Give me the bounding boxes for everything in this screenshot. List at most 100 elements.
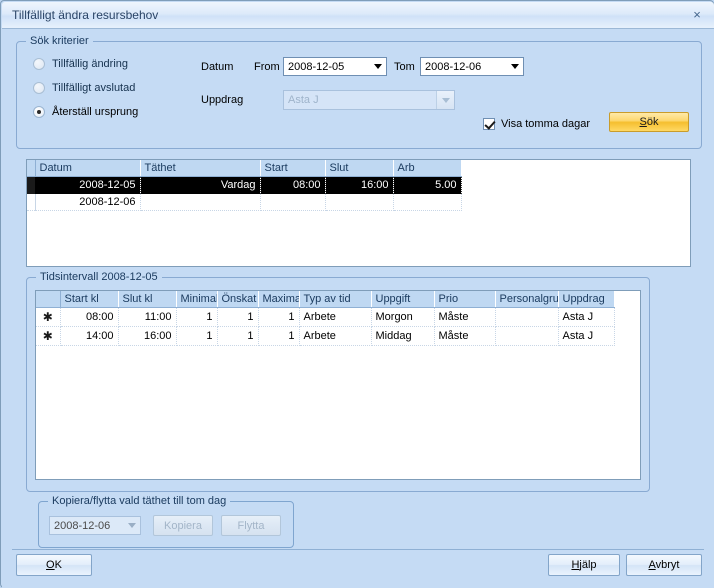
from-label: From [254, 61, 280, 73]
copy-button-label: Kopiera [164, 519, 202, 532]
chevron-down-icon[interactable] [369, 58, 386, 75]
radio-tillfallig-andring[interactable]: Tillfällig ändring [33, 58, 128, 70]
cell-uppgift: Middag [371, 326, 435, 346]
copy-move-date-combo[interactable]: 2008-12-06 [49, 516, 141, 535]
dialog-window: Tillfälligt ändra resursbehov × Sök krit… [0, 0, 714, 588]
close-icon[interactable]: × [687, 6, 707, 24]
cell-maximal: 1 [258, 326, 300, 346]
search-criteria-legend: Sök kriterier [26, 35, 93, 47]
cell-maximal: 1 [258, 307, 300, 327]
uppdrag-combo: Asta J [283, 90, 455, 110]
cell-minimal: 1 [176, 307, 218, 327]
cell-personalgrupp [495, 307, 559, 327]
cell-start: 08:00 [260, 176, 326, 194]
cell-slut [325, 193, 394, 211]
intervals-col-maximal[interactable]: Maxima [258, 291, 300, 308]
dialog-client-area: Sök kriterier Tillfällig ändring Tillfäl… [2, 29, 714, 588]
checkbox-icon [483, 118, 495, 130]
move-button-label: Flytta [237, 519, 265, 532]
cell-start [260, 193, 326, 211]
cancel-button-accel: A [648, 559, 656, 571]
intervals-header-row: Start kl Slut kl Minimal Önskat Maxima T… [36, 291, 615, 308]
chevron-down-icon[interactable] [123, 517, 140, 534]
results-col-tathet[interactable]: Täthet [140, 160, 261, 177]
chevron-down-icon[interactable] [506, 58, 523, 75]
cell-onskat: 1 [217, 307, 259, 327]
cell-start-kl: 08:00 [60, 307, 119, 327]
cell-prio: Måste [434, 307, 496, 327]
results-table: Datum Täthet Start Slut Arb 2008-12-05 V… [27, 160, 462, 211]
intervals-col-typ-av-tid[interactable]: Typ av tid [299, 291, 372, 308]
cell-personalgrupp [495, 326, 559, 346]
radio-label: Återställ ursprung [52, 106, 139, 118]
radio-tillfalligt-avslutad[interactable]: Tillfälligt avslutad [33, 82, 135, 94]
intervals-col-uppgift[interactable]: Uppgift [371, 291, 435, 308]
tom-date-value: 2008-12-06 [425, 60, 482, 73]
intervals-col-uppdrag[interactable]: Uppdrag [558, 291, 615, 308]
intervals-col-start-kl[interactable]: Start kl [60, 291, 119, 308]
search-button[interactable]: Sök [609, 112, 689, 132]
radio-label: Tillfällig ändring [52, 58, 129, 70]
cell-uppgift: Morgon [371, 307, 435, 327]
uppdrag-value: Asta J [288, 94, 319, 106]
row-selection-marker [27, 176, 35, 194]
cell-prio: Måste [434, 326, 496, 346]
intervals-col-personalgrupp[interactable]: Personalgru [495, 291, 559, 308]
copy-move-legend: Kopiera/flytta vald täthet till tom dag [48, 495, 231, 507]
chevron-down-icon [436, 91, 454, 109]
search-criteria-group: Sök kriterier Tillfällig ändring Tillfäl… [16, 35, 702, 149]
window-title: Tillfälligt ändra resursbehov [12, 8, 159, 22]
radio-dot-icon [33, 82, 45, 94]
results-col-arb[interactable]: Arb [393, 160, 462, 177]
row-marker-icon: ✱ [36, 307, 61, 327]
results-header-row: Datum Täthet Start Slut Arb [27, 160, 462, 177]
cell-slut-kl: 16:00 [118, 326, 177, 346]
table-row[interactable]: 2008-12-05 Vardag 08:00 16:00 5.00 [27, 176, 462, 194]
results-col-slut[interactable]: Slut [325, 160, 394, 177]
ok-button-accel: O [46, 559, 55, 571]
cell-datum: 2008-12-06 [35, 193, 141, 211]
visa-tomma-dagar-label: Visa tomma dagar [501, 118, 591, 130]
cell-slut-kl: 11:00 [118, 307, 177, 327]
ok-button-rest: K [54, 559, 62, 571]
intervals-col-minimal[interactable]: Minimal [176, 291, 218, 308]
footer-separator [12, 549, 704, 550]
intervals-table: Start kl Slut kl Minimal Önskat Maxima T… [36, 291, 615, 346]
cell-typ-av-tid: Arbete [299, 326, 372, 346]
intervals-col-prio[interactable]: Prio [434, 291, 496, 308]
row-marker-icon: ✱ [36, 326, 61, 346]
cell-arb: 5.00 [393, 176, 462, 194]
table-row[interactable]: ✱ 08:00 11:00 1 1 1 Arbete Morgon Måste … [36, 307, 615, 327]
radio-label: Tillfälligt avslutad [52, 82, 136, 94]
table-row[interactable]: ✱ 14:00 16:00 1 1 1 Arbete Middag Måste … [36, 326, 615, 346]
from-date-value: 2008-12-05 [288, 60, 345, 73]
move-button: Flytta [221, 515, 281, 536]
cell-onskat: 1 [217, 326, 259, 346]
cancel-button[interactable]: Avbryt [626, 554, 702, 576]
cell-arb [393, 193, 462, 211]
intervals-grid[interactable]: Start kl Slut kl Minimal Önskat Maxima T… [35, 290, 641, 480]
cell-tathet: Vardag [140, 176, 261, 194]
cancel-button-rest: vbryt [655, 559, 680, 571]
results-grid[interactable]: Datum Täthet Start Slut Arb 2008-12-05 V… [26, 159, 691, 267]
results-rowmark-header [27, 160, 36, 177]
cell-typ-av-tid: Arbete [299, 307, 372, 327]
results-col-start[interactable]: Start [260, 160, 326, 177]
search-button-rest: ök [646, 116, 659, 128]
cell-tathet [140, 193, 261, 211]
cell-uppdrag: Asta J [558, 326, 615, 346]
intervals-group: Tidsintervall 2008-12-05 Start kl Slut k… [26, 271, 650, 492]
intervals-col-slut-kl[interactable]: Slut kl [118, 291, 177, 308]
table-row[interactable]: 2008-12-06 [27, 193, 462, 211]
radio-dot-icon [33, 106, 45, 118]
tom-date-combo[interactable]: 2008-12-06 [420, 57, 524, 76]
intervals-col-onskat[interactable]: Önskat [217, 291, 259, 308]
help-button[interactable]: Hjälp [548, 554, 620, 576]
results-col-datum[interactable]: Datum [35, 160, 141, 177]
radio-aterstall-ursprung[interactable]: Återställ ursprung [33, 106, 138, 118]
cell-datum: 2008-12-05 [35, 176, 141, 194]
row-selection-marker [27, 193, 36, 211]
from-date-combo[interactable]: 2008-12-05 [283, 57, 387, 76]
ok-button[interactable]: OK [16, 554, 92, 576]
visa-tomma-dagar-checkbox[interactable]: Visa tomma dagar [483, 118, 590, 130]
